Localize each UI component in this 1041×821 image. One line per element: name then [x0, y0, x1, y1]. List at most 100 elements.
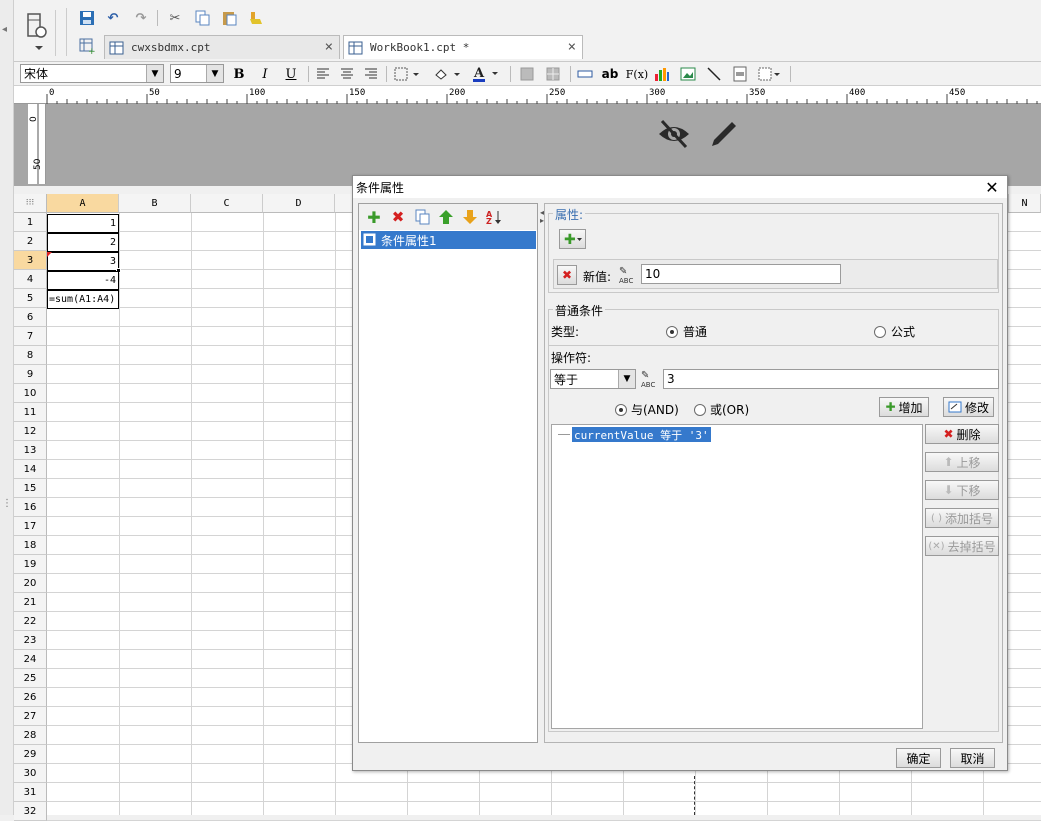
redo-icon[interactable]: ↷ — [132, 9, 150, 27]
chevron-down-icon[interactable]: ▼ — [206, 65, 223, 82]
chart-icon[interactable] — [653, 65, 671, 83]
formula-button[interactable]: F(x) — [626, 65, 648, 83]
row-header[interactable]: 3 — [14, 251, 47, 270]
row-header[interactable]: 14 — [14, 460, 47, 479]
row-header[interactable]: 1 — [14, 213, 47, 232]
slash-icon[interactable] — [705, 65, 723, 83]
text-field-icon[interactable] — [576, 65, 594, 83]
row-header[interactable]: 12 — [14, 422, 47, 441]
close-tab-icon[interactable]: × — [325, 39, 333, 55]
split-cells-icon[interactable] — [544, 65, 562, 83]
row-header[interactable]: 18 — [14, 536, 47, 555]
or-radio[interactable]: 或(OR) — [694, 401, 749, 418]
cell-a3[interactable]: 3 — [47, 252, 119, 271]
remove-parentheses-button[interactable]: (✕) 去掉括号 — [925, 536, 999, 556]
font-size-select[interactable]: 9 ▼ — [170, 64, 224, 83]
cell-a5[interactable]: =sum(A1:A4) — [47, 290, 119, 309]
remove-attribute-button[interactable]: ✖ — [557, 265, 577, 285]
row-header[interactable]: 15 — [14, 479, 47, 498]
operand-input[interactable]: 3 — [663, 369, 999, 389]
and-radio[interactable]: 与(AND) — [615, 401, 679, 418]
row-header[interactable]: 21 — [14, 593, 47, 612]
preview-button[interactable] — [24, 10, 56, 56]
copy-icon[interactable] — [193, 9, 211, 27]
font-color-icon[interactable]: A — [470, 65, 502, 83]
modify-condition-button[interactable]: 修改 — [943, 397, 994, 417]
bold-button[interactable]: B — [230, 65, 248, 83]
chevron-down-icon[interactable]: ▼ — [146, 65, 163, 82]
add-attribute-dropdown[interactable]: ✚ — [559, 229, 586, 249]
left-collapse-strip[interactable]: ◂ ⋮ — [0, 0, 14, 815]
operator-select[interactable]: 等于 ▼ — [550, 369, 636, 389]
chevron-down-icon[interactable]: ▼ — [618, 370, 635, 388]
column-header-a[interactable]: A — [47, 194, 119, 213]
select-all-corner[interactable]: ⁝⁝⁝ — [14, 194, 47, 213]
row-header[interactable]: 17 — [14, 517, 47, 536]
cancel-button[interactable]: 取消 — [950, 748, 995, 768]
align-right-icon[interactable] — [362, 65, 380, 83]
move-up-icon[interactable] — [437, 208, 455, 226]
list-item[interactable]: 条件属性1 — [361, 231, 536, 249]
row-header[interactable]: 22 — [14, 612, 47, 631]
row-header[interactable]: 5 — [14, 289, 47, 308]
cell-border-dropdown-icon[interactable] — [757, 65, 783, 83]
row-header[interactable]: 9 — [14, 365, 47, 384]
close-tab-icon[interactable]: × — [568, 39, 576, 55]
new-value-input[interactable]: 10 — [641, 264, 841, 284]
cell-a4[interactable]: -4 — [47, 271, 119, 290]
row-header[interactable]: 31 — [14, 783, 47, 802]
image-icon[interactable] — [679, 65, 697, 83]
row-header[interactable]: 26 — [14, 688, 47, 707]
move-up-button[interactable]: ⬆ 上移 — [925, 452, 999, 472]
row-header[interactable]: 10 — [14, 384, 47, 403]
italic-button[interactable]: I — [256, 65, 274, 83]
cell-a1[interactable]: 1 — [47, 214, 119, 233]
cut-icon[interactable]: ✂ — [166, 9, 184, 27]
page-icon[interactable] — [731, 65, 749, 83]
delete-icon[interactable]: ✖ — [389, 208, 407, 226]
row-header[interactable]: 7 — [14, 327, 47, 346]
row-header[interactable]: 23 — [14, 631, 47, 650]
add-parentheses-button[interactable]: ( ) 添加括号 — [925, 508, 999, 528]
save-icon[interactable] — [78, 9, 96, 27]
format-painter-icon[interactable] — [247, 9, 265, 27]
delete-condition-button[interactable]: ✖ 删除 — [925, 424, 999, 444]
row-header[interactable]: 8 — [14, 346, 47, 365]
row-header[interactable]: 24 — [14, 650, 47, 669]
row-header[interactable]: 19 — [14, 555, 47, 574]
column-header-b[interactable]: B — [119, 194, 191, 213]
row-header[interactable]: 28 — [14, 726, 47, 745]
align-center-icon[interactable] — [338, 65, 356, 83]
copy-icon[interactable] — [413, 208, 431, 226]
merge-cells-icon[interactable] — [518, 65, 536, 83]
row-header[interactable]: 29 — [14, 745, 47, 764]
add-condition-button[interactable]: ✚ 增加 — [879, 397, 929, 417]
column-header-c[interactable]: C — [191, 194, 263, 213]
row-header[interactable]: 6 — [14, 308, 47, 327]
tab-workbook1[interactable]: WorkBook1.cpt * × — [343, 35, 583, 59]
row-header[interactable]: 20 — [14, 574, 47, 593]
column-header-n[interactable]: N — [1008, 194, 1041, 213]
sort-icon[interactable]: AZ — [485, 208, 503, 226]
fill-color-icon[interactable] — [432, 65, 464, 83]
move-down-icon[interactable] — [461, 208, 479, 226]
ok-button[interactable]: 确定 — [896, 748, 941, 768]
add-icon[interactable]: ✚ — [365, 208, 383, 227]
paste-icon[interactable] — [220, 9, 238, 27]
condition-expression-list[interactable]: currentValue 等于 '3' — [551, 424, 923, 729]
row-header[interactable]: 16 — [14, 498, 47, 517]
type-normal-radio[interactable]: 普通 — [666, 323, 707, 340]
new-sheet-icon[interactable]: + — [78, 37, 96, 55]
row-header[interactable]: 30 — [14, 764, 47, 783]
tab-cwxsbdmx[interactable]: cwxsbdmx.cpt × — [104, 35, 340, 59]
column-header-d[interactable]: D — [263, 194, 335, 213]
border-icon[interactable] — [393, 65, 423, 83]
row-header[interactable]: 27 — [14, 707, 47, 726]
underline-button[interactable]: U — [282, 65, 300, 83]
hide-eye-icon[interactable] — [656, 116, 692, 152]
collapse-arrow-icon[interactable]: ◂ — [2, 24, 11, 38]
text-ab-button[interactable]: ab — [600, 65, 620, 83]
condition-expression[interactable]: currentValue 等于 '3' — [572, 427, 711, 442]
row-header[interactable]: 25 — [14, 669, 47, 688]
row-header[interactable]: 11 — [14, 403, 47, 422]
